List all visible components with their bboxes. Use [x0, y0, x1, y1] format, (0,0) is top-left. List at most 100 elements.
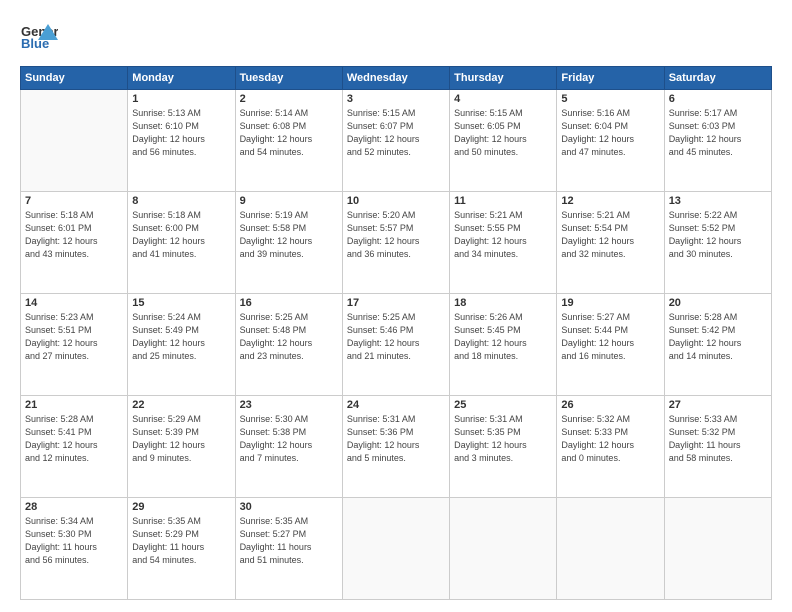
day-number: 21: [25, 399, 123, 411]
calendar-cell: 27 Sunrise: 5:33 AM Sunset: 5:32 PM Dayli…: [664, 396, 771, 498]
week-row-1: 1Sunrise: 5:13 AM Sunset: 6:10 PM Daylig…: [21, 90, 772, 192]
day-info: Sunrise: 5:18 AM Sunset: 6:00 PM Dayligh…: [132, 209, 230, 261]
week-row-3: 14 Sunrise: 5:23 AM Sunset: 5:51 PM Dayli…: [21, 294, 772, 396]
day-info: Sunrise: 5:33 AM Sunset: 5:32 PM Dayligh…: [669, 413, 767, 465]
day-number: 3: [347, 93, 445, 105]
day-info: Sunrise: 5:21 AM Sunset: 5:54 PM Dayligh…: [561, 209, 659, 261]
day-number: 4: [454, 93, 552, 105]
day-info: Sunrise: 5:15 AM Sunset: 6:07 PM Dayligh…: [347, 107, 445, 159]
day-info: Sunrise: 5:31 AM Sunset: 5:35 PM Dayligh…: [454, 413, 552, 465]
day-info: Sunrise: 5:26 AM Sunset: 5:45 PM Dayligh…: [454, 311, 552, 363]
calendar-cell: 11 Sunrise: 5:21 AM Sunset: 5:55 PM Dayli…: [450, 192, 557, 294]
day-number: 18: [454, 297, 552, 309]
day-info: Sunrise: 5:17 AM Sunset: 6:03 PM Dayligh…: [669, 107, 767, 159]
day-info: Sunrise: 5:23 AM Sunset: 5:51 PM Dayligh…: [25, 311, 123, 363]
day-number: 30: [240, 501, 338, 513]
day-number: 28: [25, 501, 123, 513]
calendar-cell: 15 Sunrise: 5:24 AM Sunset: 5:49 PM Dayli…: [128, 294, 235, 396]
day-info: Sunrise: 5:13 AM Sunset: 6:10 PM Dayligh…: [132, 107, 230, 159]
day-number: 13: [669, 195, 767, 207]
calendar-cell: 17Sunrise: 5:25 AM Sunset: 5:46 PM Dayli…: [342, 294, 449, 396]
day-number: 29: [132, 501, 230, 513]
day-number: 14: [25, 297, 123, 309]
calendar-cell: 26Sunrise: 5:32 AM Sunset: 5:33 PM Dayli…: [557, 396, 664, 498]
calendar-cell: 4 Sunrise: 5:15 AM Sunset: 6:05 PM Daylig…: [450, 90, 557, 192]
weekday-header-tuesday: Tuesday: [235, 67, 342, 90]
calendar-table: SundayMondayTuesdayWednesdayThursdayFrid…: [20, 66, 772, 600]
day-info: Sunrise: 5:25 AM Sunset: 5:48 PM Dayligh…: [240, 311, 338, 363]
calendar-cell: [342, 498, 449, 600]
day-number: 6: [669, 93, 767, 105]
weekday-header-wednesday: Wednesday: [342, 67, 449, 90]
weekday-header-row: SundayMondayTuesdayWednesdayThursdayFrid…: [21, 67, 772, 90]
day-number: 25: [454, 399, 552, 411]
day-info: Sunrise: 5:21 AM Sunset: 5:55 PM Dayligh…: [454, 209, 552, 261]
week-row-4: 21Sunrise: 5:28 AM Sunset: 5:41 PM Dayli…: [21, 396, 772, 498]
calendar-cell: 24 Sunrise: 5:31 AM Sunset: 5:36 PM Dayli…: [342, 396, 449, 498]
weekday-header-monday: Monday: [128, 67, 235, 90]
calendar-cell: [450, 498, 557, 600]
calendar-cell: 16 Sunrise: 5:25 AM Sunset: 5:48 PM Dayli…: [235, 294, 342, 396]
day-info: Sunrise: 5:27 AM Sunset: 5:44 PM Dayligh…: [561, 311, 659, 363]
day-number: 7: [25, 195, 123, 207]
calendar-cell: 2Sunrise: 5:14 AM Sunset: 6:08 PM Daylig…: [235, 90, 342, 192]
calendar-cell: 1Sunrise: 5:13 AM Sunset: 6:10 PM Daylig…: [128, 90, 235, 192]
logo: General Blue: [20, 18, 58, 56]
day-number: 27: [669, 399, 767, 411]
calendar-cell: 18 Sunrise: 5:26 AM Sunset: 5:45 PM Dayli…: [450, 294, 557, 396]
day-number: 15: [132, 297, 230, 309]
week-row-5: 28 Sunrise: 5:34 AM Sunset: 5:30 PM Dayli…: [21, 498, 772, 600]
day-number: 22: [132, 399, 230, 411]
day-number: 19: [561, 297, 659, 309]
calendar-cell: 5 Sunrise: 5:16 AM Sunset: 6:04 PM Daylig…: [557, 90, 664, 192]
calendar-cell: [557, 498, 664, 600]
calendar-cell: 25 Sunrise: 5:31 AM Sunset: 5:35 PM Dayli…: [450, 396, 557, 498]
weekday-header-thursday: Thursday: [450, 67, 557, 90]
calendar-cell: 28 Sunrise: 5:34 AM Sunset: 5:30 PM Dayli…: [21, 498, 128, 600]
day-number: 8: [132, 195, 230, 207]
day-info: Sunrise: 5:31 AM Sunset: 5:36 PM Dayligh…: [347, 413, 445, 465]
calendar-cell: [21, 90, 128, 192]
calendar-cell: 6 Sunrise: 5:17 AM Sunset: 6:03 PM Daylig…: [664, 90, 771, 192]
day-info: Sunrise: 5:16 AM Sunset: 6:04 PM Dayligh…: [561, 107, 659, 159]
day-info: Sunrise: 5:30 AM Sunset: 5:38 PM Dayligh…: [240, 413, 338, 465]
calendar-cell: 13 Sunrise: 5:22 AM Sunset: 5:52 PM Dayli…: [664, 192, 771, 294]
day-info: Sunrise: 5:22 AM Sunset: 5:52 PM Dayligh…: [669, 209, 767, 261]
day-number: 16: [240, 297, 338, 309]
calendar-cell: 30 Sunrise: 5:35 AM Sunset: 5:27 PM Dayli…: [235, 498, 342, 600]
day-info: Sunrise: 5:35 AM Sunset: 5:27 PM Dayligh…: [240, 515, 338, 567]
calendar-cell: 21Sunrise: 5:28 AM Sunset: 5:41 PM Dayli…: [21, 396, 128, 498]
day-number: 9: [240, 195, 338, 207]
calendar-cell: 7 Sunrise: 5:18 AM Sunset: 6:01 PM Daylig…: [21, 192, 128, 294]
day-number: 5: [561, 93, 659, 105]
weekday-header-friday: Friday: [557, 67, 664, 90]
day-info: Sunrise: 5:28 AM Sunset: 5:42 PM Dayligh…: [669, 311, 767, 363]
day-number: 2: [240, 93, 338, 105]
day-info: Sunrise: 5:18 AM Sunset: 6:01 PM Dayligh…: [25, 209, 123, 261]
day-info: Sunrise: 5:34 AM Sunset: 5:30 PM Dayligh…: [25, 515, 123, 567]
week-row-2: 7 Sunrise: 5:18 AM Sunset: 6:01 PM Daylig…: [21, 192, 772, 294]
day-info: Sunrise: 5:20 AM Sunset: 5:57 PM Dayligh…: [347, 209, 445, 261]
day-info: Sunrise: 5:29 AM Sunset: 5:39 PM Dayligh…: [132, 413, 230, 465]
day-info: Sunrise: 5:15 AM Sunset: 6:05 PM Dayligh…: [454, 107, 552, 159]
day-info: Sunrise: 5:25 AM Sunset: 5:46 PM Dayligh…: [347, 311, 445, 363]
calendar-cell: 12 Sunrise: 5:21 AM Sunset: 5:54 PM Dayli…: [557, 192, 664, 294]
calendar-cell: 3 Sunrise: 5:15 AM Sunset: 6:07 PM Daylig…: [342, 90, 449, 192]
logo-icon: General Blue: [20, 18, 58, 56]
day-number: 24: [347, 399, 445, 411]
calendar-cell: 20Sunrise: 5:28 AM Sunset: 5:42 PM Dayli…: [664, 294, 771, 396]
calendar-cell: 22 Sunrise: 5:29 AM Sunset: 5:39 PM Dayli…: [128, 396, 235, 498]
weekday-header-saturday: Saturday: [664, 67, 771, 90]
calendar-cell: 14 Sunrise: 5:23 AM Sunset: 5:51 PM Dayli…: [21, 294, 128, 396]
day-info: Sunrise: 5:24 AM Sunset: 5:49 PM Dayligh…: [132, 311, 230, 363]
calendar-cell: 19 Sunrise: 5:27 AM Sunset: 5:44 PM Dayli…: [557, 294, 664, 396]
calendar-cell: 9 Sunrise: 5:19 AM Sunset: 5:58 PM Daylig…: [235, 192, 342, 294]
calendar-cell: 23Sunrise: 5:30 AM Sunset: 5:38 PM Dayli…: [235, 396, 342, 498]
day-info: Sunrise: 5:32 AM Sunset: 5:33 PM Dayligh…: [561, 413, 659, 465]
calendar-cell: [664, 498, 771, 600]
calendar-cell: 8 Sunrise: 5:18 AM Sunset: 6:00 PM Daylig…: [128, 192, 235, 294]
day-info: Sunrise: 5:19 AM Sunset: 5:58 PM Dayligh…: [240, 209, 338, 261]
day-number: 12: [561, 195, 659, 207]
day-number: 11: [454, 195, 552, 207]
page-header: General Blue: [20, 18, 772, 56]
